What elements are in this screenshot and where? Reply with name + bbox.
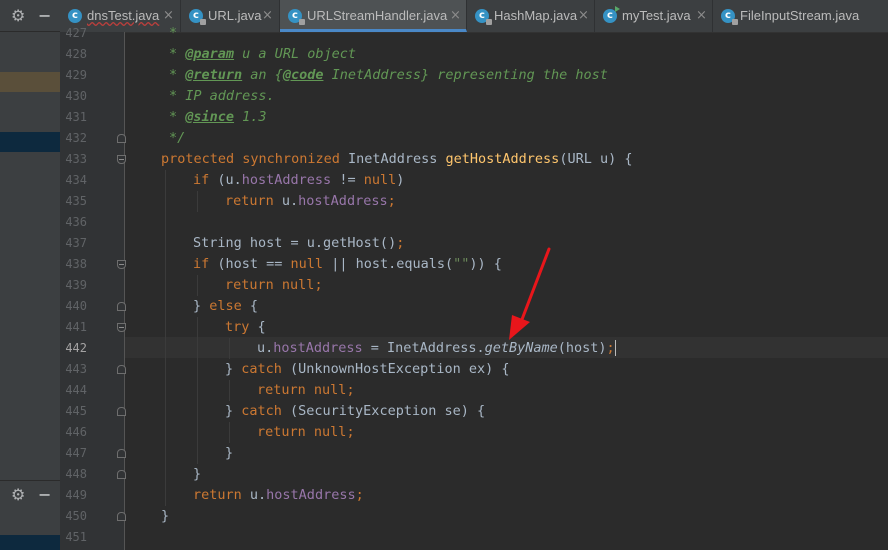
red-arrow-annotation <box>509 247 551 340</box>
